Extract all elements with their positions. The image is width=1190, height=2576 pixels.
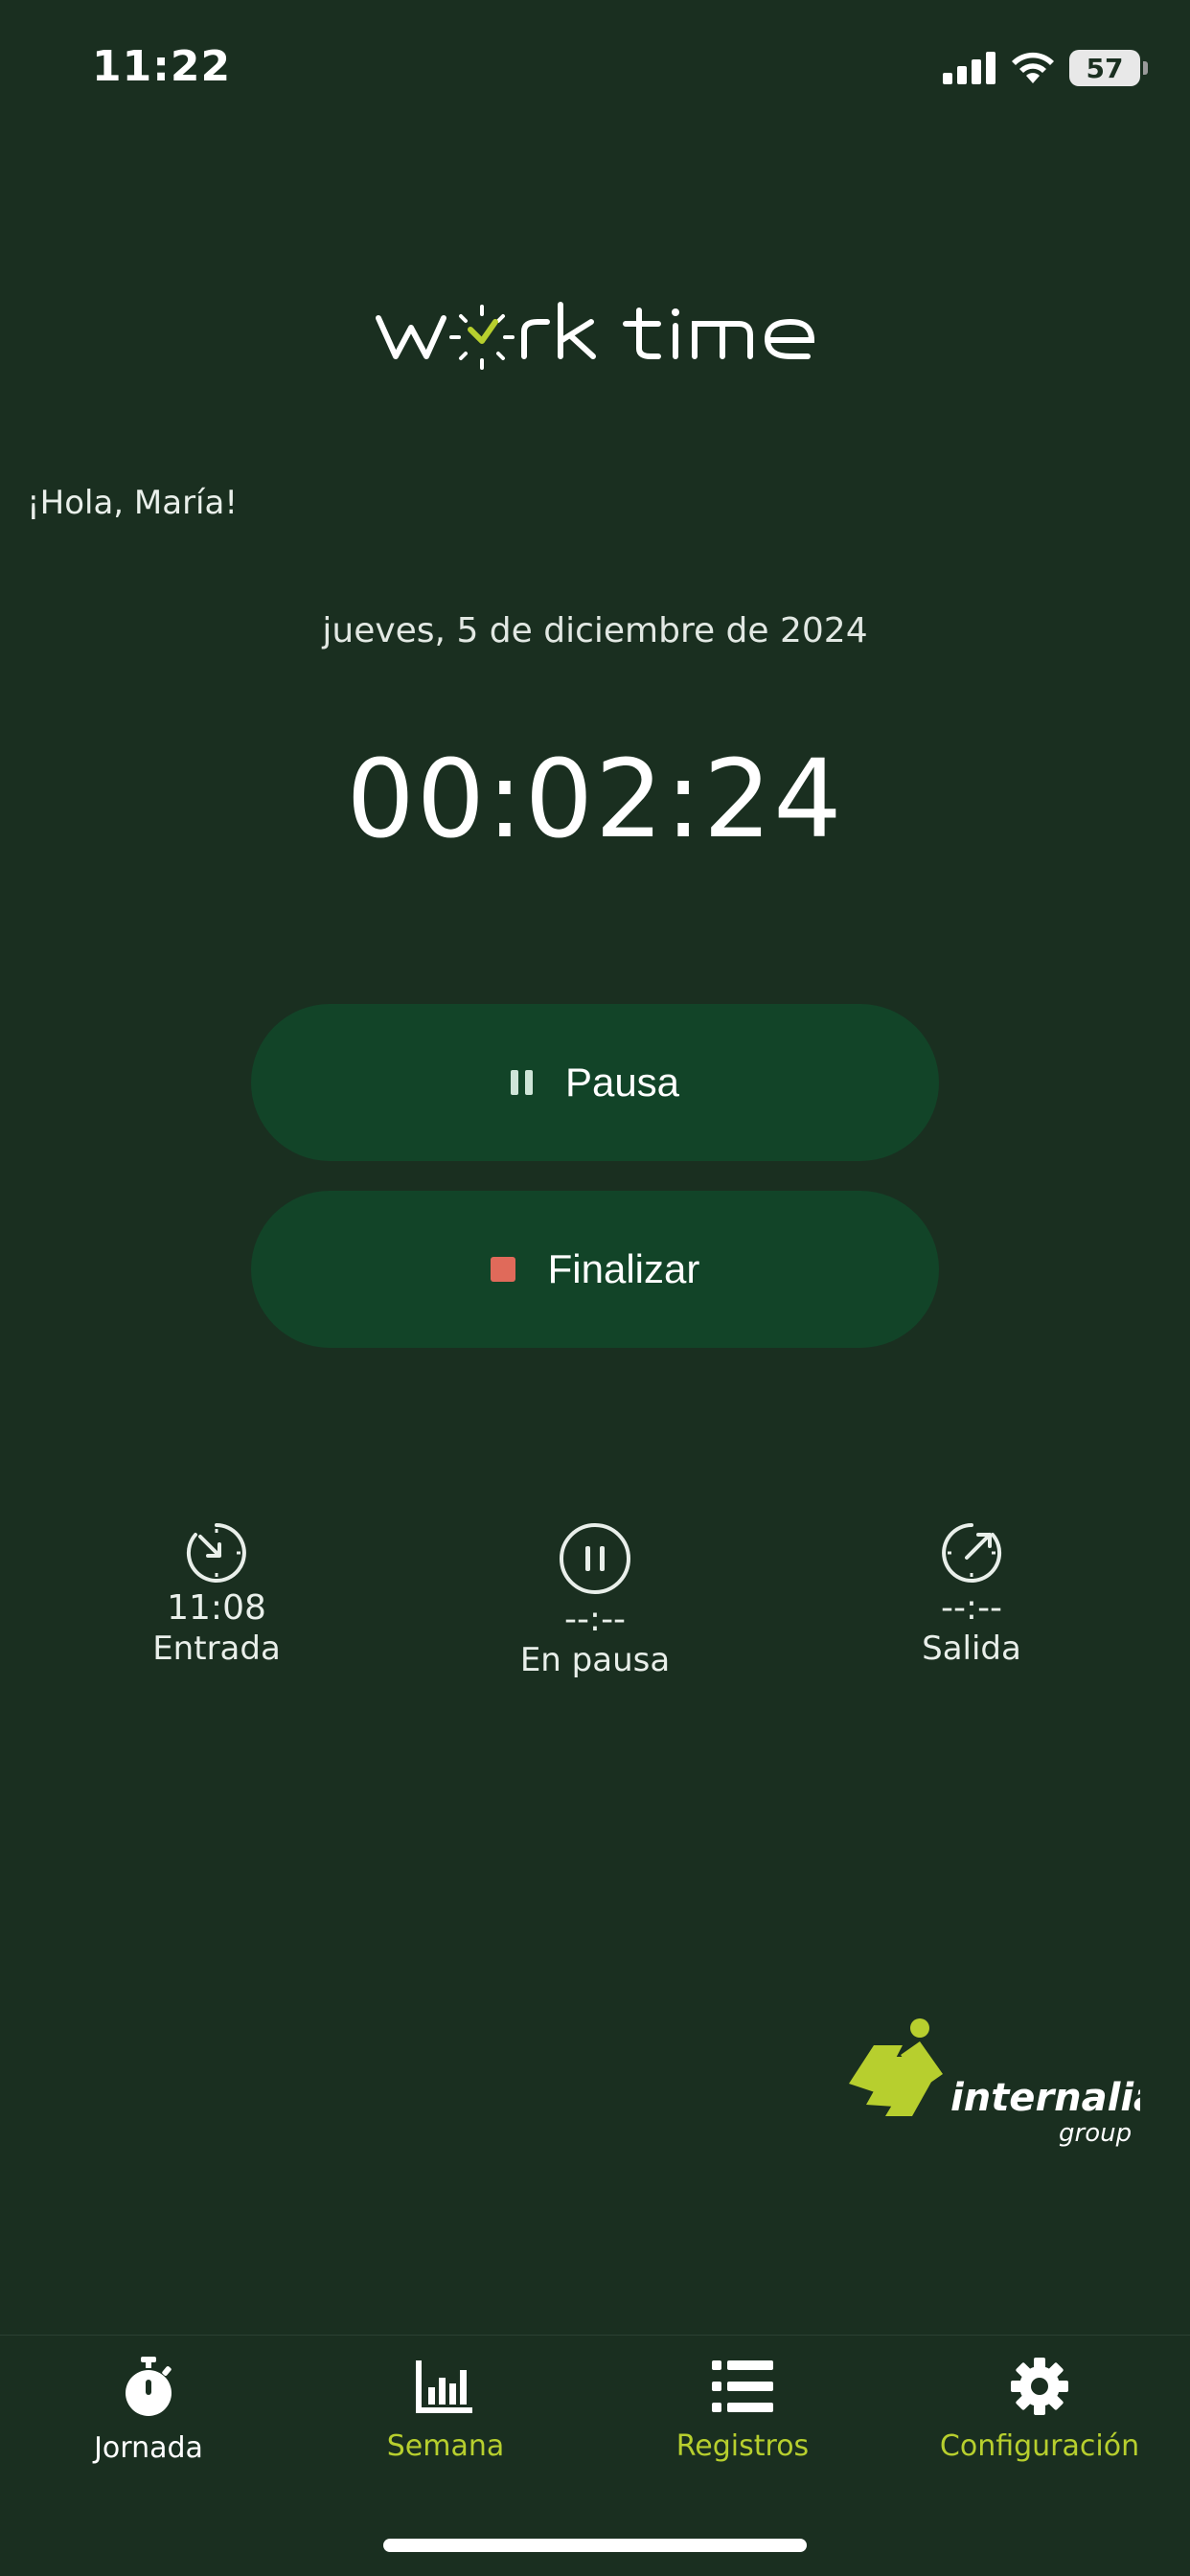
finish-button[interactable]: Finalizar: [251, 1191, 939, 1348]
internalia-logo: internalia group: [843, 2017, 1159, 2164]
stat-entrada-value: 11:08: [167, 1588, 266, 1628]
tab-registros[interactable]: Registros: [594, 2357, 891, 2463]
pause-icon: [510, 1070, 533, 1095]
battery-icon: 57: [1069, 50, 1148, 86]
clock-in-icon: [186, 1523, 246, 1583]
tab-configuracion[interactable]: Configuración: [891, 2357, 1188, 2463]
greeting-text: ¡Hola, María!: [27, 484, 238, 522]
status-time: 11:22: [92, 42, 232, 91]
stopwatch-icon: [126, 2357, 172, 2416]
list-icon: [712, 2360, 773, 2412]
stat-salida-label: Salida: [922, 1630, 1021, 1668]
tab-semana[interactable]: Semana: [297, 2357, 594, 2463]
stat-salida-value: --:--: [940, 1588, 1003, 1628]
gear-icon: [1011, 2358, 1068, 2415]
pause-circle-icon: [560, 1523, 630, 1594]
brand-name: internalia: [950, 2076, 1140, 2120]
clock-out-icon: [942, 1523, 1002, 1583]
stat-en-pausa-label: En pausa: [519, 1641, 671, 1679]
elapsed-timer: 00:02:24: [346, 738, 844, 862]
stat-en-pausa-value: --:--: [563, 1600, 627, 1639]
pause-button-label: Pausa: [564, 1060, 680, 1105]
pause-button[interactable]: Pausa: [251, 1004, 939, 1161]
signal-icon: [943, 52, 995, 84]
tab-registros-label: Registros: [675, 2429, 810, 2463]
stat-en-pausa: --:-- En pausa: [451, 1521, 739, 1679]
tab-semana-label: Semana: [386, 2429, 505, 2463]
status-icons: 57: [943, 50, 1148, 86]
stat-entrada-label: Entrada: [152, 1630, 281, 1668]
tab-configuracion-label: Configuración: [939, 2429, 1140, 2463]
tab-jornada[interactable]: Jornada: [0, 2357, 297, 2465]
brand-sub: group: [1059, 2119, 1132, 2148]
finish-button-label: Finalizar: [547, 1246, 700, 1291]
work-time-logo: [0, 297, 1190, 374]
home-indicator: [383, 2539, 807, 2552]
stop-icon: [490, 1257, 515, 1282]
bar-chart-icon: [416, 2360, 472, 2413]
stat-salida: --:-- Salida: [828, 1521, 1115, 1668]
stat-entrada: 11:08 Entrada: [73, 1521, 360, 1668]
current-date: jueves, 5 de diciembre de 2024: [322, 611, 868, 650]
tab-jornada-label: Jornada: [94, 2431, 203, 2465]
wifi-icon: [1012, 52, 1054, 83]
